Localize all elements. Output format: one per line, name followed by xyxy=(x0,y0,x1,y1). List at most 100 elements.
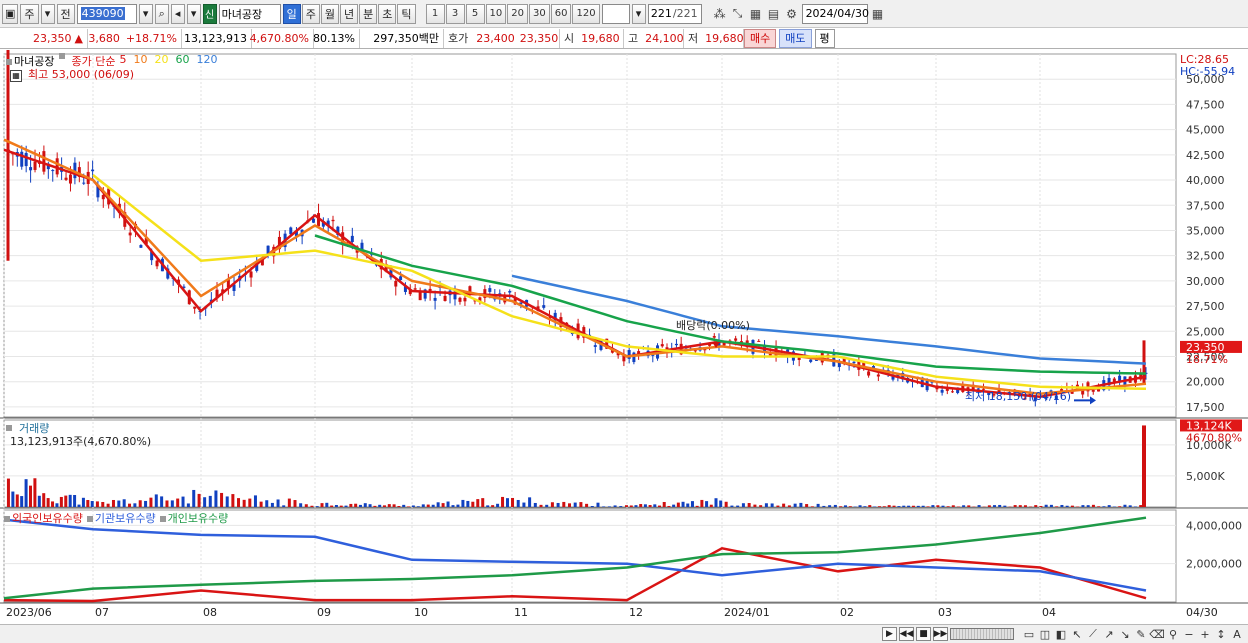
arrow-icon[interactable]: ↕ xyxy=(1214,627,1228,641)
prev-button[interactable]: 전 xyxy=(56,3,75,24)
interval-dropdown-icon[interactable]: ▾ xyxy=(631,3,646,24)
volume-bar xyxy=(550,502,554,507)
candle-body xyxy=(249,271,253,278)
volume-bar xyxy=(214,490,218,507)
minute-tab-60[interactable]: 60 xyxy=(550,3,572,24)
low-value: 19,680 xyxy=(705,31,744,45)
candle-body xyxy=(42,151,46,172)
zoom-slider[interactable] xyxy=(950,628,1014,640)
minute-tab-20[interactable]: 20 xyxy=(507,3,528,24)
fast-forward-icon[interactable]: ▶▶ xyxy=(933,627,948,641)
fast-back-icon[interactable]: ◀◀ xyxy=(899,627,914,641)
period-unit-select[interactable]: 주 xyxy=(20,3,39,24)
compare-icon[interactable]: ◫ xyxy=(1038,627,1052,641)
volume-bar xyxy=(411,505,415,507)
bar-count-field[interactable]: 221/221 xyxy=(647,3,702,24)
hline-tool-icon[interactable]: ↗ xyxy=(1102,627,1116,641)
volume-bar xyxy=(1023,505,1027,507)
interval-tab-4[interactable]: 분 xyxy=(359,3,378,24)
indicator-icon[interactable]: ◧ xyxy=(1054,627,1068,641)
line-tool-icon[interactable]: ↖ xyxy=(1070,627,1084,641)
price-value: 23,350 xyxy=(33,31,72,45)
custom-interval-input[interactable] xyxy=(601,3,630,24)
calendar-icon[interactable]: ▦ xyxy=(870,6,886,22)
zoom-arrow-icon[interactable]: ⤡ xyxy=(730,6,746,22)
volume-bar xyxy=(486,505,490,507)
minute-tab-10[interactable]: 10 xyxy=(485,3,507,24)
minute-tab-1[interactable]: 1 xyxy=(425,3,445,24)
volume-bar xyxy=(128,503,132,507)
stop-icon[interactable]: ■ xyxy=(916,627,931,641)
gear-icon[interactable]: ⚙ xyxy=(784,6,800,22)
minute-tab-3[interactable]: 3 xyxy=(445,3,465,24)
table-icon[interactable]: ▦ xyxy=(10,70,22,82)
stock-name-field[interactable]: 마녀공장 xyxy=(218,3,281,24)
layout-icon[interactable]: ▭ xyxy=(1022,627,1036,641)
volume-bar xyxy=(629,505,633,507)
interval-tab-5[interactable]: 초 xyxy=(378,3,397,24)
minute-tab-5[interactable]: 5 xyxy=(465,3,485,24)
eraser-icon[interactable]: ⌫ xyxy=(1149,627,1165,641)
low-cell: 저 19,680 xyxy=(684,28,744,48)
code-dropdown-icon[interactable]: ▾ xyxy=(138,3,153,24)
volume-bar xyxy=(6,478,10,507)
minus-icon[interactable]: − xyxy=(1182,627,1196,641)
minute-tab-30[interactable]: 30 xyxy=(529,3,550,24)
volume-bar xyxy=(259,501,263,507)
volume-bar xyxy=(667,505,671,507)
stock-code-input[interactable]: 439090 xyxy=(76,3,137,24)
volume-bar xyxy=(358,504,362,507)
interval-tab-3[interactable]: 년 xyxy=(340,3,359,24)
volume-bar xyxy=(446,501,450,507)
date-input[interactable]: 2024/04/30 xyxy=(801,3,869,24)
volume-bar xyxy=(496,503,500,507)
holding-y-tick: 2,000,000 xyxy=(1186,558,1242,571)
text-tool-icon[interactable]: A xyxy=(1230,627,1244,641)
grid-icon[interactable]: ▦ xyxy=(748,6,764,22)
speaker-icon[interactable]: ◂ xyxy=(170,3,185,24)
fib-tool-icon[interactable]: ↘ xyxy=(1118,627,1132,641)
interval-tab-2[interactable]: 월 xyxy=(320,3,340,24)
current-price: 23,350 ▲ xyxy=(2,28,88,48)
window-icon[interactable]: ▣ xyxy=(2,3,19,24)
zoom-icon[interactable]: ⚲ xyxy=(1166,627,1180,641)
volume-bar xyxy=(1034,505,1038,507)
chart-area[interactable]: 2023/06 07 08 09 10 11 12 2024/01 02 03 04 04/30 50,… xyxy=(0,50,1248,624)
plus-icon[interactable]: + xyxy=(1198,627,1212,641)
volume-bar xyxy=(225,496,229,507)
save-icon[interactable]: ▤ xyxy=(766,6,782,22)
volume-bar xyxy=(522,502,526,507)
interval-tab-0[interactable]: 일 xyxy=(282,3,301,24)
candle-body xyxy=(433,297,437,301)
minute-tab-120[interactable]: 120 xyxy=(572,3,600,24)
volume-bar xyxy=(451,505,455,507)
volume-bar xyxy=(122,499,126,507)
search-icon[interactable]: ⌕ xyxy=(154,3,169,24)
speaker-dropdown-icon[interactable]: ▾ xyxy=(186,3,201,24)
interval-tab-1[interactable]: 주 xyxy=(301,3,320,24)
volume-bar xyxy=(197,493,201,507)
x-axis-label: 04 xyxy=(1042,606,1056,619)
volume-bar xyxy=(220,492,224,507)
chevron-down-icon[interactable]: ▾ xyxy=(40,3,55,24)
holding-legend-item: 기관보유수량 xyxy=(86,510,156,526)
volume-bar xyxy=(911,505,915,507)
volume-bar xyxy=(1133,506,1137,507)
buy-button[interactable]: 매수 xyxy=(744,28,777,48)
draw-tool-icon[interactable]: ✎ xyxy=(1134,627,1148,641)
sell-button[interactable]: 매도 xyxy=(779,28,812,48)
scroll-right-icon[interactable]: ▶ xyxy=(882,627,897,641)
price-y-tick: 45,000 xyxy=(1186,124,1225,137)
trend-tool-icon[interactable]: ⟋ xyxy=(1086,627,1100,641)
price-y-tick: 47,500 xyxy=(1186,98,1225,111)
candle-body xyxy=(809,359,813,362)
link-icon[interactable]: ⁂ xyxy=(712,6,728,22)
chart-canvas[interactable]: 2023/06 07 08 09 10 11 12 2024/01 02 03 04 04/3050,… xyxy=(0,50,1248,624)
volume-bar xyxy=(265,500,269,507)
eval-button[interactable]: 평 xyxy=(814,28,835,48)
volume-bar xyxy=(77,504,81,507)
interval-tab-6[interactable]: 틱 xyxy=(397,3,416,24)
candle-body xyxy=(867,371,871,376)
ma-period-120: 120 xyxy=(196,53,218,66)
candle-body xyxy=(1091,389,1095,392)
